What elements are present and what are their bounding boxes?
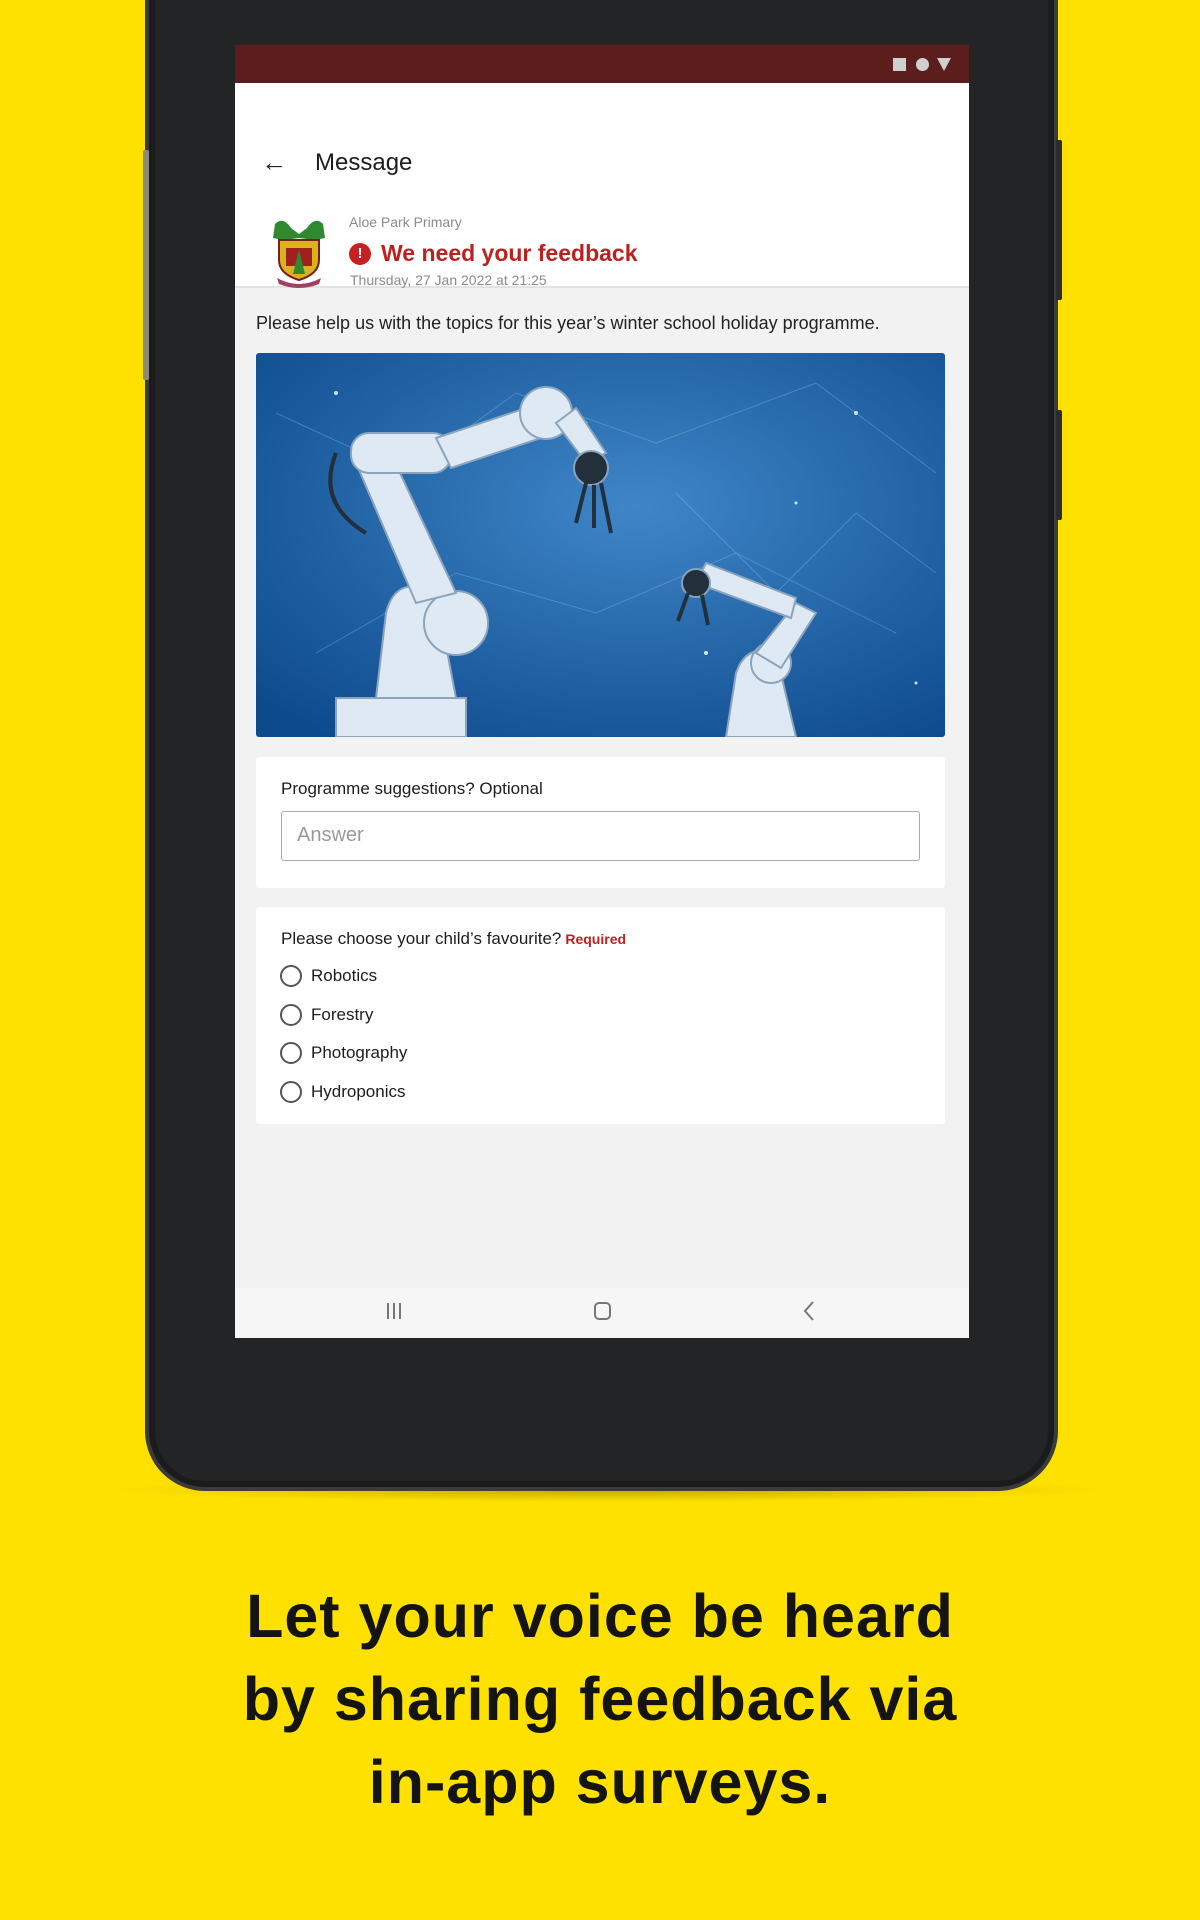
message-intro: Please help us with the topics for this … [256, 313, 880, 333]
volume-button [1056, 140, 1062, 300]
caption-line: by sharing feedback via [242, 1665, 958, 1733]
question-card-favourite: Please choose your child’s favourite? Req… [256, 907, 945, 1124]
option-label: Robotics [311, 966, 378, 985]
question-card-suggestions: Programme suggestions? Optional Answer [256, 757, 945, 888]
school-crest-logo [273, 220, 325, 288]
page-title: Message [315, 149, 413, 176]
back-nav-icon[interactable] [801, 1300, 817, 1322]
radio-option-hydroponics[interactable]: Hydroponics [280, 1081, 406, 1103]
question-label: Please choose your child’s favourite? Req… [281, 929, 626, 949]
caption-line: Let your voice be heard [246, 1582, 954, 1650]
sender-name: Aloe Park Primary [349, 214, 462, 230]
caption-line: in-app surveys. [368, 1748, 832, 1816]
arrow-left-icon[interactable]: ← [261, 147, 287, 178]
radio-button[interactable] [280, 1042, 302, 1064]
option-label: Hydroponics [311, 1082, 406, 1101]
radio-button[interactable] [280, 965, 302, 987]
status-bar [235, 45, 969, 83]
side-button [143, 150, 149, 380]
square-icon [893, 58, 906, 71]
circle-icon [916, 58, 929, 71]
question-text: Please choose your child’s favourite? [281, 929, 562, 948]
exclamation-circle-icon: ! [349, 242, 371, 265]
radio-option-photography[interactable]: Photography [280, 1042, 407, 1064]
message-title-row: ! We need your feedback [349, 240, 638, 267]
message-title: We need your feedback [381, 240, 638, 266]
power-button [1056, 410, 1062, 520]
recent-apps-icon[interactable] [385, 1300, 403, 1322]
system-nav-bar [235, 1288, 969, 1338]
radio-button[interactable] [280, 1004, 302, 1026]
triangle-icon [937, 58, 951, 71]
answer-input[interactable]: Answer [281, 811, 920, 861]
home-icon[interactable] [593, 1300, 613, 1322]
option-label: Forestry [311, 1005, 374, 1024]
option-label: Photography [311, 1043, 408, 1062]
message-date: Thursday, 27 Jan 2022 at 21:25 [350, 272, 547, 288]
radio-option-forestry[interactable]: Forestry [280, 1004, 373, 1026]
radio-option-robotics[interactable]: Robotics [280, 965, 377, 987]
radio-button[interactable] [280, 1081, 302, 1103]
marketing-caption: Let your voice be heard by sharing feedb… [0, 1575, 1200, 1824]
required-badge: Required [565, 931, 627, 947]
message-header: ← Message Aloe Park Primary ! We need yo… [235, 83, 969, 288]
question-label: Programme suggestions? Optional [281, 779, 543, 798]
phone-screen: ← Message Aloe Park Primary ! We need yo… [235, 45, 969, 1338]
robot-arms-image [256, 353, 945, 737]
